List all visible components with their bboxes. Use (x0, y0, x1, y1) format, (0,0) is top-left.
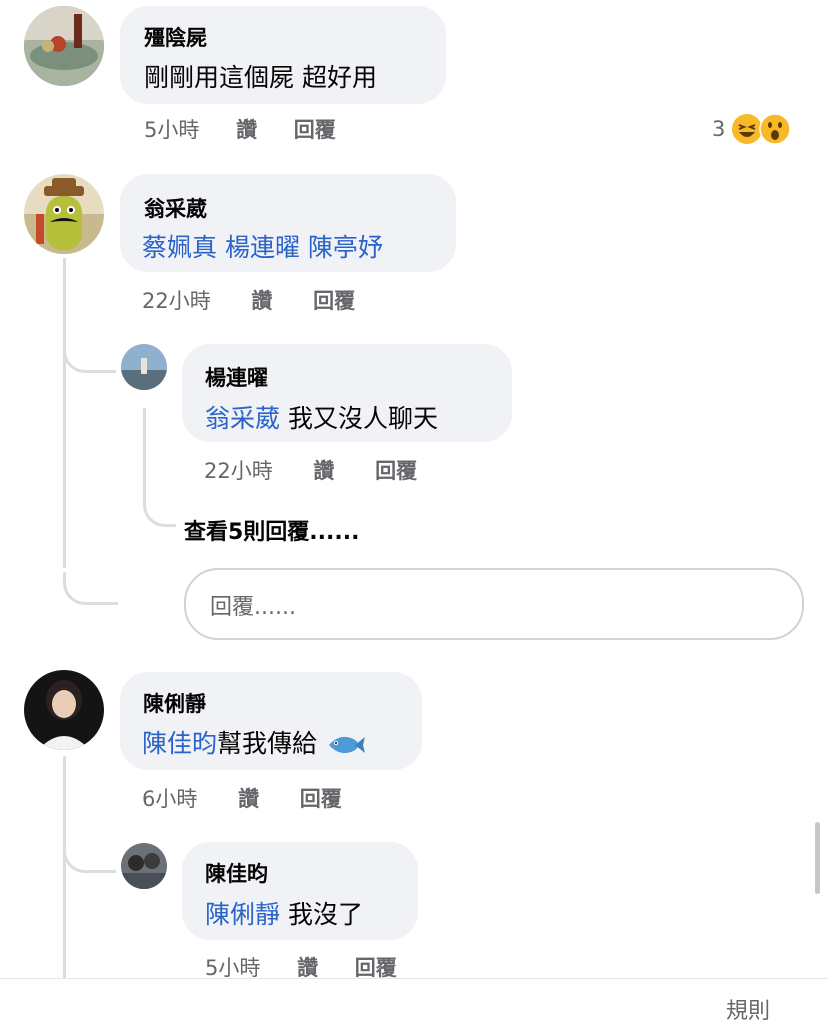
like-button[interactable]: 讚 (236, 114, 257, 144)
comment-text: 翁采葳 我又沒人聊天 (205, 399, 438, 435)
reaction-summary[interactable]: 3 (712, 112, 792, 146)
reply-button[interactable]: 回覆 (294, 114, 336, 144)
avatar[interactable] (121, 344, 167, 390)
comment-timestamp[interactable]: 6小時 (142, 783, 197, 813)
avatar-photo-icon (24, 670, 104, 750)
avatar-photo-icon (121, 843, 167, 889)
thread-line (63, 368, 66, 568)
like-button[interactable]: 讚 (251, 285, 272, 315)
avatar[interactable] (24, 6, 104, 86)
thread-connector (143, 500, 176, 527)
like-button[interactable]: 讚 (238, 783, 259, 813)
thread-connector (63, 572, 118, 605)
reply-button[interactable]: 回覆 (375, 455, 417, 485)
wow-emoji-icon (759, 113, 792, 145)
comment-body: 我沒了 (280, 900, 363, 929)
avatar[interactable] (121, 843, 167, 889)
comment-meta: 22小時 讚 回覆 (204, 455, 417, 485)
comment-author[interactable]: 殭陰屍 (144, 22, 207, 52)
comment-author[interactable]: 陳俐靜 (143, 688, 206, 718)
comment-author[interactable]: 陳佳昀 (205, 858, 268, 888)
comment-mention[interactable]: 陳佳昀 (142, 729, 217, 758)
comment-mentions[interactable]: 蔡姵真 楊連曜 陳亭妤 (142, 228, 383, 264)
thread-connector (63, 840, 116, 873)
fish-emoji-icon (325, 732, 365, 758)
footer-bar: 規則 (0, 978, 828, 1024)
comment-timestamp[interactable]: 22小時 (142, 285, 211, 315)
avatar[interactable] (24, 670, 104, 750)
comment-text: 陳俐靜 我沒了 (205, 895, 363, 931)
scrollbar-thumb[interactable] (815, 822, 820, 894)
comment-meta: 5小時 讚 回覆 (144, 114, 336, 144)
comment-text: 剛剛用這個屍 超好用 (144, 63, 377, 92)
reaction-count: 3 (712, 117, 726, 141)
comment-meta: 6小時 讚 回覆 (142, 783, 342, 813)
comment-body: 幫我傳給 (217, 729, 318, 758)
comment-body: 我又沒人聊天 (280, 404, 438, 433)
avatar-photo-icon (121, 344, 167, 390)
comment-timestamp[interactable]: 22小時 (204, 455, 273, 485)
comment-mention[interactable]: 陳俐靜 (205, 900, 280, 929)
comment-meta: 22小時 讚 回覆 (142, 285, 355, 315)
reply-button[interactable]: 回覆 (300, 783, 342, 813)
reply-input[interactable]: 回覆...... (184, 568, 804, 640)
avatar-photo-icon (24, 6, 104, 86)
comment-author[interactable]: 楊連曜 (205, 362, 268, 392)
avatar-cartoon-icon (24, 174, 104, 254)
reply-input-placeholder: 回覆...... (210, 595, 296, 620)
rules-link[interactable]: 規則 (726, 993, 770, 1025)
like-button[interactable]: 讚 (313, 455, 334, 485)
comment-mention[interactable]: 翁采葳 (205, 404, 280, 433)
reply-button[interactable]: 回覆 (313, 285, 355, 315)
thread-line (143, 408, 146, 508)
view-more-replies-link[interactable]: 查看5則回覆...... (184, 514, 359, 546)
avatar[interactable] (24, 174, 104, 254)
thread-line (63, 756, 66, 986)
comment-author[interactable]: 翁采葳 (144, 193, 207, 223)
comment-text: 陳佳昀幫我傳給 (142, 724, 365, 760)
thread-connector (63, 340, 116, 373)
comment-timestamp[interactable]: 5小時 (144, 114, 199, 144)
